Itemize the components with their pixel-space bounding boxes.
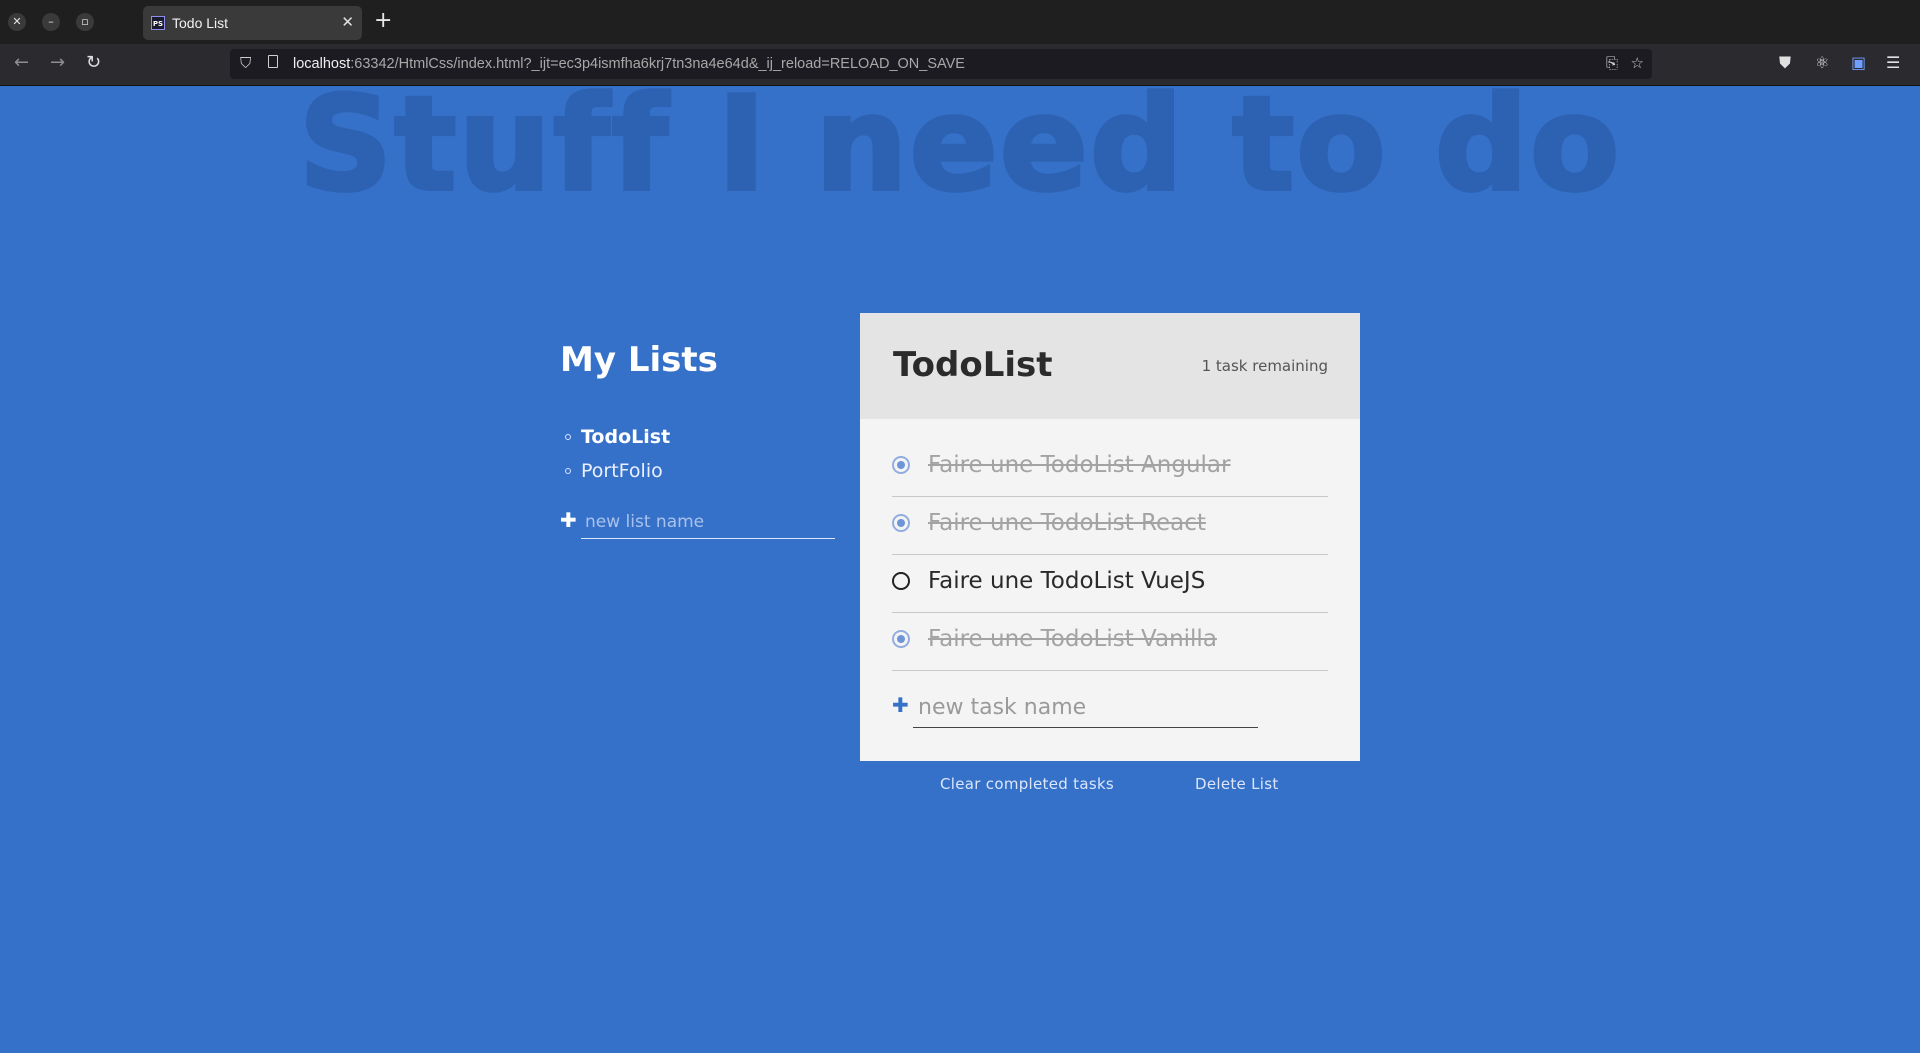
tab-favicon-icon: PS [151, 16, 165, 30]
task-item[interactable]: Faire une TodoList React [892, 497, 1328, 555]
clear-completed-button[interactable]: Clear completed tasks [940, 775, 1114, 793]
lists-title: My Lists [560, 340, 718, 380]
shield-icon[interactable]: ⛉ [240, 54, 251, 72]
list-items: TodoList PortFolio [560, 420, 830, 488]
window-minimize-icon[interactable]: – [42, 13, 60, 31]
forward-arrow-icon[interactable]: → [50, 53, 65, 73]
menu-icon[interactable]: ☰ [1886, 53, 1900, 72]
checkbox-icon[interactable] [892, 572, 910, 590]
checkbox-icon[interactable] [892, 514, 910, 532]
react-devtools-icon[interactable]: ⚛ [1815, 53, 1829, 72]
todo-card: TodoList 1 task remaining Faire une Todo… [860, 313, 1360, 761]
page-info-icon[interactable] [268, 55, 278, 68]
new-tab-icon[interactable]: + [374, 8, 392, 34]
task-label: Faire une TodoList Vanilla [928, 626, 1217, 652]
task-label: Faire une TodoList React [928, 510, 1206, 536]
new-task-form: ✚ [892, 671, 1328, 735]
task-label: Faire une TodoList Angular [928, 452, 1231, 478]
reload-icon[interactable]: ↻ [86, 53, 101, 73]
window-restore-icon[interactable]: ▫ [76, 13, 94, 31]
task-item[interactable]: Faire une TodoList Angular [892, 439, 1328, 497]
todo-body: Faire une TodoList Angular Faire une Tod… [860, 419, 1360, 761]
list-item-portfolio[interactable]: PortFolio [560, 454, 830, 488]
new-list-input[interactable] [581, 506, 835, 539]
new-task-input[interactable] [913, 687, 1258, 728]
bookmark-star-icon[interactable]: ☆ [1631, 54, 1644, 72]
todo-title: TodoList [893, 345, 1053, 385]
tab-title: Todo List [172, 15, 229, 31]
delete-list-button[interactable]: Delete List [1195, 775, 1279, 793]
translate-extension-icon[interactable]: ▣ [1851, 53, 1866, 72]
browser-titlebar: ✕ – ▫ PS Todo List ✕ + [0, 0, 1920, 44]
task-item[interactable]: Faire une TodoList VueJS [892, 555, 1328, 613]
list-item-todolist[interactable]: TodoList [560, 420, 830, 454]
plus-icon[interactable]: ✚ [560, 508, 577, 532]
task-label: Faire une TodoList VueJS [928, 568, 1206, 594]
checkbox-icon[interactable] [892, 630, 910, 648]
task-remaining-count: 1 task remaining [1201, 357, 1328, 375]
todo-header: TodoList 1 task remaining [860, 313, 1360, 419]
task-item[interactable]: Faire une TodoList Vanilla [892, 613, 1328, 671]
browser-tab[interactable]: PS Todo List ✕ [143, 6, 362, 40]
pocket-icon[interactable]: ⛊ [1779, 53, 1791, 73]
tab-close-icon[interactable]: ✕ [341, 13, 354, 31]
lists-panel: My Lists TodoList PortFolio ✚ [560, 340, 835, 540]
window-close-icon[interactable]: ✕ [8, 13, 26, 31]
back-arrow-icon[interactable]: ← [14, 53, 29, 73]
background-title: Stuff I need to do [297, 68, 1622, 220]
new-list-form: ✚ [560, 506, 835, 540]
checkbox-icon[interactable] [892, 456, 910, 474]
plus-icon[interactable]: ✚ [892, 693, 909, 717]
